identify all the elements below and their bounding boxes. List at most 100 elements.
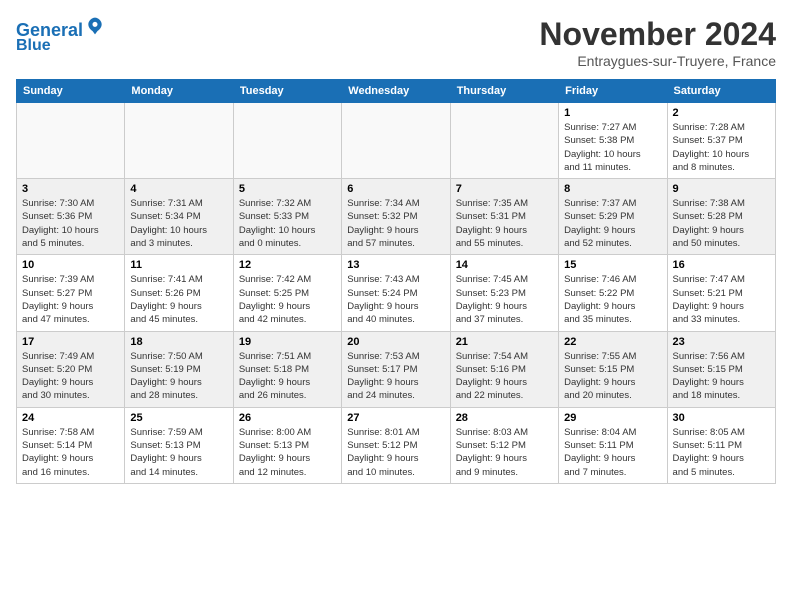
calendar-day-cell: 2 Sunrise: 7:28 AM Sunset: 5:37 PM Daylig… bbox=[667, 103, 775, 179]
day-number: 4 bbox=[130, 183, 227, 195]
day-number: 9 bbox=[673, 183, 770, 195]
calendar-day-cell: 30 Sunrise: 8:05 AM Sunset: 5:11 PM Dayli… bbox=[667, 407, 775, 483]
calendar-day-cell: 1Sunrise: 7:27 AM Sunset: 5:38 PM Daylig… bbox=[559, 103, 667, 179]
day-number: 7 bbox=[456, 183, 553, 195]
calendar-week-row: 24Sunrise: 7:58 AM Sunset: 5:14 PM Dayli… bbox=[17, 407, 776, 483]
day-info: Sunrise: 7:34 AM Sunset: 5:32 PM Dayligh… bbox=[347, 197, 444, 250]
day-info: Sunrise: 7:41 AM Sunset: 5:26 PM Dayligh… bbox=[130, 273, 227, 326]
day-info: Sunrise: 8:03 AM Sunset: 5:12 PM Dayligh… bbox=[456, 426, 553, 479]
day-info: Sunrise: 7:46 AM Sunset: 5:22 PM Dayligh… bbox=[564, 273, 661, 326]
day-info: Sunrise: 8:01 AM Sunset: 5:12 PM Dayligh… bbox=[347, 426, 444, 479]
calendar-day-cell: 5 Sunrise: 7:32 AM Sunset: 5:33 PM Daylig… bbox=[233, 179, 341, 255]
calendar-day-cell bbox=[125, 103, 233, 179]
calendar-day-cell: 20 Sunrise: 7:53 AM Sunset: 5:17 PM Dayli… bbox=[342, 331, 450, 407]
day-info: Sunrise: 7:54 AM Sunset: 5:16 PM Dayligh… bbox=[456, 350, 553, 403]
calendar-day-cell: 25 Sunrise: 7:59 AM Sunset: 5:13 PM Dayli… bbox=[125, 407, 233, 483]
calendar-day-cell: 4Sunrise: 7:31 AM Sunset: 5:34 PM Daylig… bbox=[125, 179, 233, 255]
day-number: 8 bbox=[564, 183, 661, 195]
calendar-week-row: 3 Sunrise: 7:30 AM Sunset: 5:36 PM Daylig… bbox=[17, 179, 776, 255]
day-info: Sunrise: 7:51 AM Sunset: 5:18 PM Dayligh… bbox=[239, 350, 336, 403]
day-number: 19 bbox=[239, 336, 336, 348]
calendar-day-cell: 12Sunrise: 7:42 AM Sunset: 5:25 PM Dayli… bbox=[233, 255, 341, 331]
calendar-day-cell bbox=[233, 103, 341, 179]
header-saturday: Saturday bbox=[667, 80, 775, 103]
day-number: 23 bbox=[673, 336, 770, 348]
calendar-day-cell: 21Sunrise: 7:54 AM Sunset: 5:16 PM Dayli… bbox=[450, 331, 558, 407]
day-info: Sunrise: 7:47 AM Sunset: 5:21 PM Dayligh… bbox=[673, 273, 770, 326]
calendar-week-row: 1Sunrise: 7:27 AM Sunset: 5:38 PM Daylig… bbox=[17, 103, 776, 179]
day-number: 24 bbox=[22, 412, 119, 424]
calendar-week-row: 10 Sunrise: 7:39 AM Sunset: 5:27 PM Dayli… bbox=[17, 255, 776, 331]
header: General Blue November 2024 Entraygues-su… bbox=[16, 16, 776, 69]
calendar-day-cell: 3 Sunrise: 7:30 AM Sunset: 5:36 PM Daylig… bbox=[17, 179, 125, 255]
calendar-day-cell: 7 Sunrise: 7:35 AM Sunset: 5:31 PM Daylig… bbox=[450, 179, 558, 255]
day-info: Sunrise: 7:42 AM Sunset: 5:25 PM Dayligh… bbox=[239, 273, 336, 326]
header-sunday: Sunday bbox=[17, 80, 125, 103]
day-number: 29 bbox=[564, 412, 661, 424]
day-number: 17 bbox=[22, 336, 119, 348]
day-number: 6 bbox=[347, 183, 444, 195]
day-number: 10 bbox=[22, 259, 119, 271]
day-info: Sunrise: 7:59 AM Sunset: 5:13 PM Dayligh… bbox=[130, 426, 227, 479]
calendar-day-cell: 10 Sunrise: 7:39 AM Sunset: 5:27 PM Dayli… bbox=[17, 255, 125, 331]
calendar-day-cell: 13 Sunrise: 7:43 AM Sunset: 5:24 PM Dayli… bbox=[342, 255, 450, 331]
day-number: 27 bbox=[347, 412, 444, 424]
header-wednesday: Wednesday bbox=[342, 80, 450, 103]
calendar-day-cell: 26 Sunrise: 8:00 AM Sunset: 5:13 PM Dayli… bbox=[233, 407, 341, 483]
day-info: Sunrise: 8:05 AM Sunset: 5:11 PM Dayligh… bbox=[673, 426, 770, 479]
day-number: 15 bbox=[564, 259, 661, 271]
day-number: 18 bbox=[130, 336, 227, 348]
header-thursday: Thursday bbox=[450, 80, 558, 103]
calendar-day-cell bbox=[342, 103, 450, 179]
day-info: Sunrise: 8:00 AM Sunset: 5:13 PM Dayligh… bbox=[239, 426, 336, 479]
calendar-day-cell: 6 Sunrise: 7:34 AM Sunset: 5:32 PM Daylig… bbox=[342, 179, 450, 255]
day-number: 3 bbox=[22, 183, 119, 195]
day-number: 20 bbox=[347, 336, 444, 348]
calendar-day-cell: 14Sunrise: 7:45 AM Sunset: 5:23 PM Dayli… bbox=[450, 255, 558, 331]
day-info: Sunrise: 7:35 AM Sunset: 5:31 PM Dayligh… bbox=[456, 197, 553, 250]
calendar-day-cell: 15 Sunrise: 7:46 AM Sunset: 5:22 PM Dayli… bbox=[559, 255, 667, 331]
day-number: 30 bbox=[673, 412, 770, 424]
header-monday: Monday bbox=[125, 80, 233, 103]
day-info: Sunrise: 7:55 AM Sunset: 5:15 PM Dayligh… bbox=[564, 350, 661, 403]
day-info: Sunrise: 7:30 AM Sunset: 5:36 PM Dayligh… bbox=[22, 197, 119, 250]
calendar-week-row: 17 Sunrise: 7:49 AM Sunset: 5:20 PM Dayli… bbox=[17, 331, 776, 407]
day-info: Sunrise: 7:37 AM Sunset: 5:29 PM Dayligh… bbox=[564, 197, 661, 250]
day-number: 5 bbox=[239, 183, 336, 195]
calendar-header-row: Sunday Monday Tuesday Wednesday Thursday… bbox=[17, 80, 776, 103]
day-info: Sunrise: 7:27 AM Sunset: 5:38 PM Dayligh… bbox=[564, 121, 661, 174]
logo: General Blue bbox=[16, 16, 105, 54]
day-number: 13 bbox=[347, 259, 444, 271]
day-number: 28 bbox=[456, 412, 553, 424]
calendar-day-cell bbox=[17, 103, 125, 179]
day-number: 26 bbox=[239, 412, 336, 424]
calendar-day-cell: 16 Sunrise: 7:47 AM Sunset: 5:21 PM Dayli… bbox=[667, 255, 775, 331]
day-info: Sunrise: 7:39 AM Sunset: 5:27 PM Dayligh… bbox=[22, 273, 119, 326]
header-friday: Friday bbox=[559, 80, 667, 103]
day-info: Sunrise: 7:28 AM Sunset: 5:37 PM Dayligh… bbox=[673, 121, 770, 174]
day-info: Sunrise: 7:49 AM Sunset: 5:20 PM Dayligh… bbox=[22, 350, 119, 403]
day-number: 11 bbox=[130, 259, 227, 271]
day-info: Sunrise: 7:43 AM Sunset: 5:24 PM Dayligh… bbox=[347, 273, 444, 326]
calendar-day-cell: 17 Sunrise: 7:49 AM Sunset: 5:20 PM Dayli… bbox=[17, 331, 125, 407]
calendar-day-cell: 18Sunrise: 7:50 AM Sunset: 5:19 PM Dayli… bbox=[125, 331, 233, 407]
calendar-day-cell: 24Sunrise: 7:58 AM Sunset: 5:14 PM Dayli… bbox=[17, 407, 125, 483]
calendar-day-cell: 23Sunrise: 7:56 AM Sunset: 5:15 PM Dayli… bbox=[667, 331, 775, 407]
day-info: Sunrise: 7:32 AM Sunset: 5:33 PM Dayligh… bbox=[239, 197, 336, 250]
title-area: November 2024 Entraygues-sur-Truyere, Fr… bbox=[539, 16, 776, 69]
day-number: 16 bbox=[673, 259, 770, 271]
day-number: 2 bbox=[673, 107, 770, 119]
calendar-day-cell bbox=[450, 103, 558, 179]
calendar-day-cell: 11 Sunrise: 7:41 AM Sunset: 5:26 PM Dayli… bbox=[125, 255, 233, 331]
calendar-day-cell: 9 Sunrise: 7:38 AM Sunset: 5:28 PM Daylig… bbox=[667, 179, 775, 255]
day-info: Sunrise: 7:38 AM Sunset: 5:28 PM Dayligh… bbox=[673, 197, 770, 250]
day-number: 22 bbox=[564, 336, 661, 348]
day-info: Sunrise: 8:04 AM Sunset: 5:11 PM Dayligh… bbox=[564, 426, 661, 479]
month-title: November 2024 bbox=[539, 16, 776, 53]
day-info: Sunrise: 7:53 AM Sunset: 5:17 PM Dayligh… bbox=[347, 350, 444, 403]
calendar-day-cell: 19 Sunrise: 7:51 AM Sunset: 5:18 PM Dayli… bbox=[233, 331, 341, 407]
day-number: 25 bbox=[130, 412, 227, 424]
day-info: Sunrise: 7:45 AM Sunset: 5:23 PM Dayligh… bbox=[456, 273, 553, 326]
calendar-day-cell: 28 Sunrise: 8:03 AM Sunset: 5:12 PM Dayli… bbox=[450, 407, 558, 483]
calendar-day-cell: 27 Sunrise: 8:01 AM Sunset: 5:12 PM Dayli… bbox=[342, 407, 450, 483]
